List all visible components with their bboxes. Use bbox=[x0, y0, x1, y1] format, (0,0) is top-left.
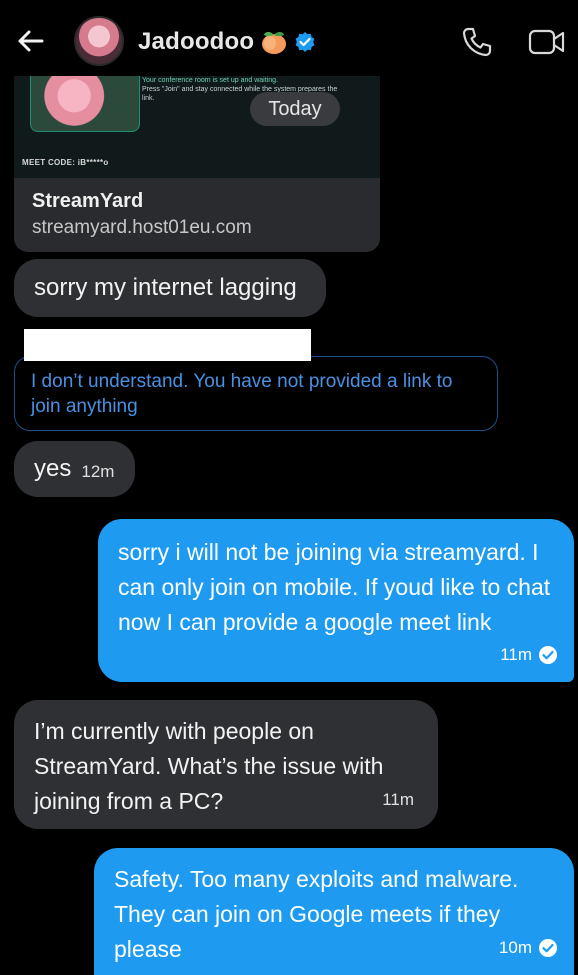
message-time: 12m bbox=[81, 462, 115, 481]
outgoing-message[interactable]: Safety. Too many exploits and malware. T… bbox=[94, 848, 574, 975]
quoted-text: I don’t understand. You have not provide… bbox=[31, 371, 453, 417]
quoted-message[interactable]: I don’t understand. You have not provide… bbox=[14, 356, 498, 431]
back-arrow-icon[interactable] bbox=[14, 24, 48, 58]
message-meta: 10m bbox=[499, 930, 558, 965]
meet-code: MEET CODE: iB*****o bbox=[22, 158, 109, 167]
incoming-message[interactable]: yes 12m bbox=[14, 441, 135, 497]
message-text: Safety. Too many exploits and malware. T… bbox=[114, 866, 519, 962]
message-text: sorry i will not be joining via streamya… bbox=[118, 539, 551, 635]
avatar[interactable] bbox=[74, 16, 124, 66]
link-url[interactable]: streamyard.host01eu.com bbox=[32, 217, 252, 239]
message-time: 11m bbox=[500, 645, 532, 664]
verified-icon bbox=[295, 32, 315, 52]
date-badge: Today bbox=[250, 92, 340, 126]
incoming-message[interactable]: I’m currently with people on StreamYard.… bbox=[14, 700, 438, 829]
read-check-icon bbox=[539, 645, 557, 664]
phone-icon[interactable] bbox=[460, 25, 494, 59]
link-preview-card[interactable]: Your conference room is set up and waiti… bbox=[14, 60, 380, 252]
contact-name: Jadoodoo bbox=[138, 28, 255, 55]
message-time: 10m bbox=[498, 938, 532, 957]
contact-name-row[interactable]: Jadoodoo bbox=[138, 26, 316, 58]
read-check-icon bbox=[539, 938, 557, 957]
outgoing-message[interactable]: sorry i will not be joining via streamya… bbox=[98, 519, 574, 682]
link-title: StreamYard bbox=[32, 190, 144, 212]
video-camera-icon[interactable] bbox=[528, 27, 566, 57]
message-time: 11m bbox=[382, 790, 414, 809]
message-text: yes bbox=[34, 455, 72, 482]
message-text: I’m currently with people on StreamYard.… bbox=[34, 718, 384, 814]
redaction-box bbox=[24, 329, 311, 361]
invite-line-1: Your conference room is set up and waiti… bbox=[142, 77, 278, 84]
peach-icon bbox=[262, 31, 287, 54]
message-meta: 11m bbox=[500, 637, 558, 672]
incoming-message[interactable]: sorry my internet lagging bbox=[14, 259, 326, 317]
chat-header: Jadoodoo bbox=[0, 0, 578, 76]
message-text: sorry my internet lagging bbox=[34, 274, 297, 301]
